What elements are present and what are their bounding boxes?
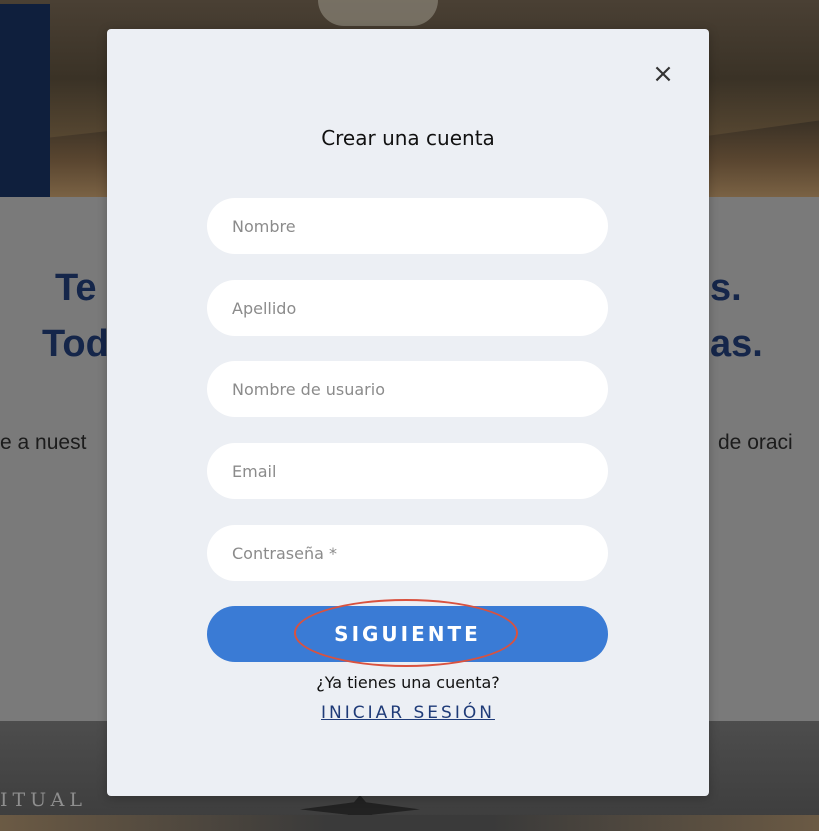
section-heading-line2-right: as. xyxy=(710,323,763,365)
login-link[interactable]: INICIAR SESIÓN xyxy=(107,703,709,723)
last-name-input[interactable] xyxy=(207,280,608,336)
section-heading-line1-left: Te xyxy=(55,267,97,309)
hero-figure xyxy=(318,0,438,26)
section-text-right: de oraci xyxy=(718,431,793,454)
footer-ground xyxy=(0,815,819,831)
section-heading-line1-right: s. xyxy=(710,267,742,309)
password-input[interactable] xyxy=(207,525,608,581)
first-name-input[interactable] xyxy=(207,198,608,254)
username-input[interactable] xyxy=(207,361,608,417)
section-text-left: e a nuest xyxy=(0,431,87,454)
footer-banner-text: ITUAL xyxy=(0,789,87,811)
hero-blue-panel xyxy=(0,4,50,197)
section-heading-line2-left: Tod xyxy=(42,323,109,365)
modal-title: Crear una cuenta xyxy=(321,126,495,150)
have-account-text: ¿Ya tienes una cuenta? xyxy=(316,673,500,692)
email-input[interactable] xyxy=(207,443,608,499)
next-button[interactable]: SIGUIENTE xyxy=(207,606,608,662)
close-icon[interactable]: × xyxy=(651,61,675,87)
signup-modal: × Crear una cuenta SIGUIENTE ¿Ya tienes … xyxy=(107,29,709,796)
